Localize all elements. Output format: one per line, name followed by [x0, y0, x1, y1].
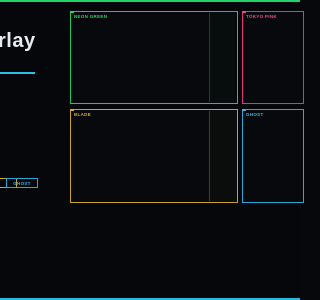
ghost-theme-button[interactable]: GHOST — [6, 178, 38, 188]
panel-corner-marker — [242, 109, 246, 111]
panel-corner-marker — [70, 109, 74, 111]
panel-corner-marker — [70, 11, 74, 13]
panel-label-blade: BLADE — [74, 112, 91, 117]
panel-ghost[interactable]: GHOST — [242, 109, 304, 203]
title-underline — [0, 72, 35, 74]
overlay-stage: rlay GHOST NEON GREEN TOKYO PINK BLADE G… — [0, 0, 304, 300]
panel-neon-green[interactable]: NEON GREEN — [70, 11, 238, 104]
panel-label-neon-green: NEON GREEN — [74, 14, 108, 19]
panel-side-strip — [209, 13, 236, 102]
panel-blade[interactable]: BLADE — [70, 109, 238, 203]
panel-tokyo-pink[interactable]: TOKYO PINK — [242, 11, 304, 104]
page-title: rlay — [0, 30, 36, 52]
panel-label-ghost: GHOST — [246, 112, 264, 117]
panel-label-tokyo-pink: TOKYO PINK — [246, 14, 277, 19]
top-accent-bar — [0, 0, 300, 2]
panel-side-strip — [209, 111, 236, 201]
panel-corner-marker — [242, 11, 246, 13]
